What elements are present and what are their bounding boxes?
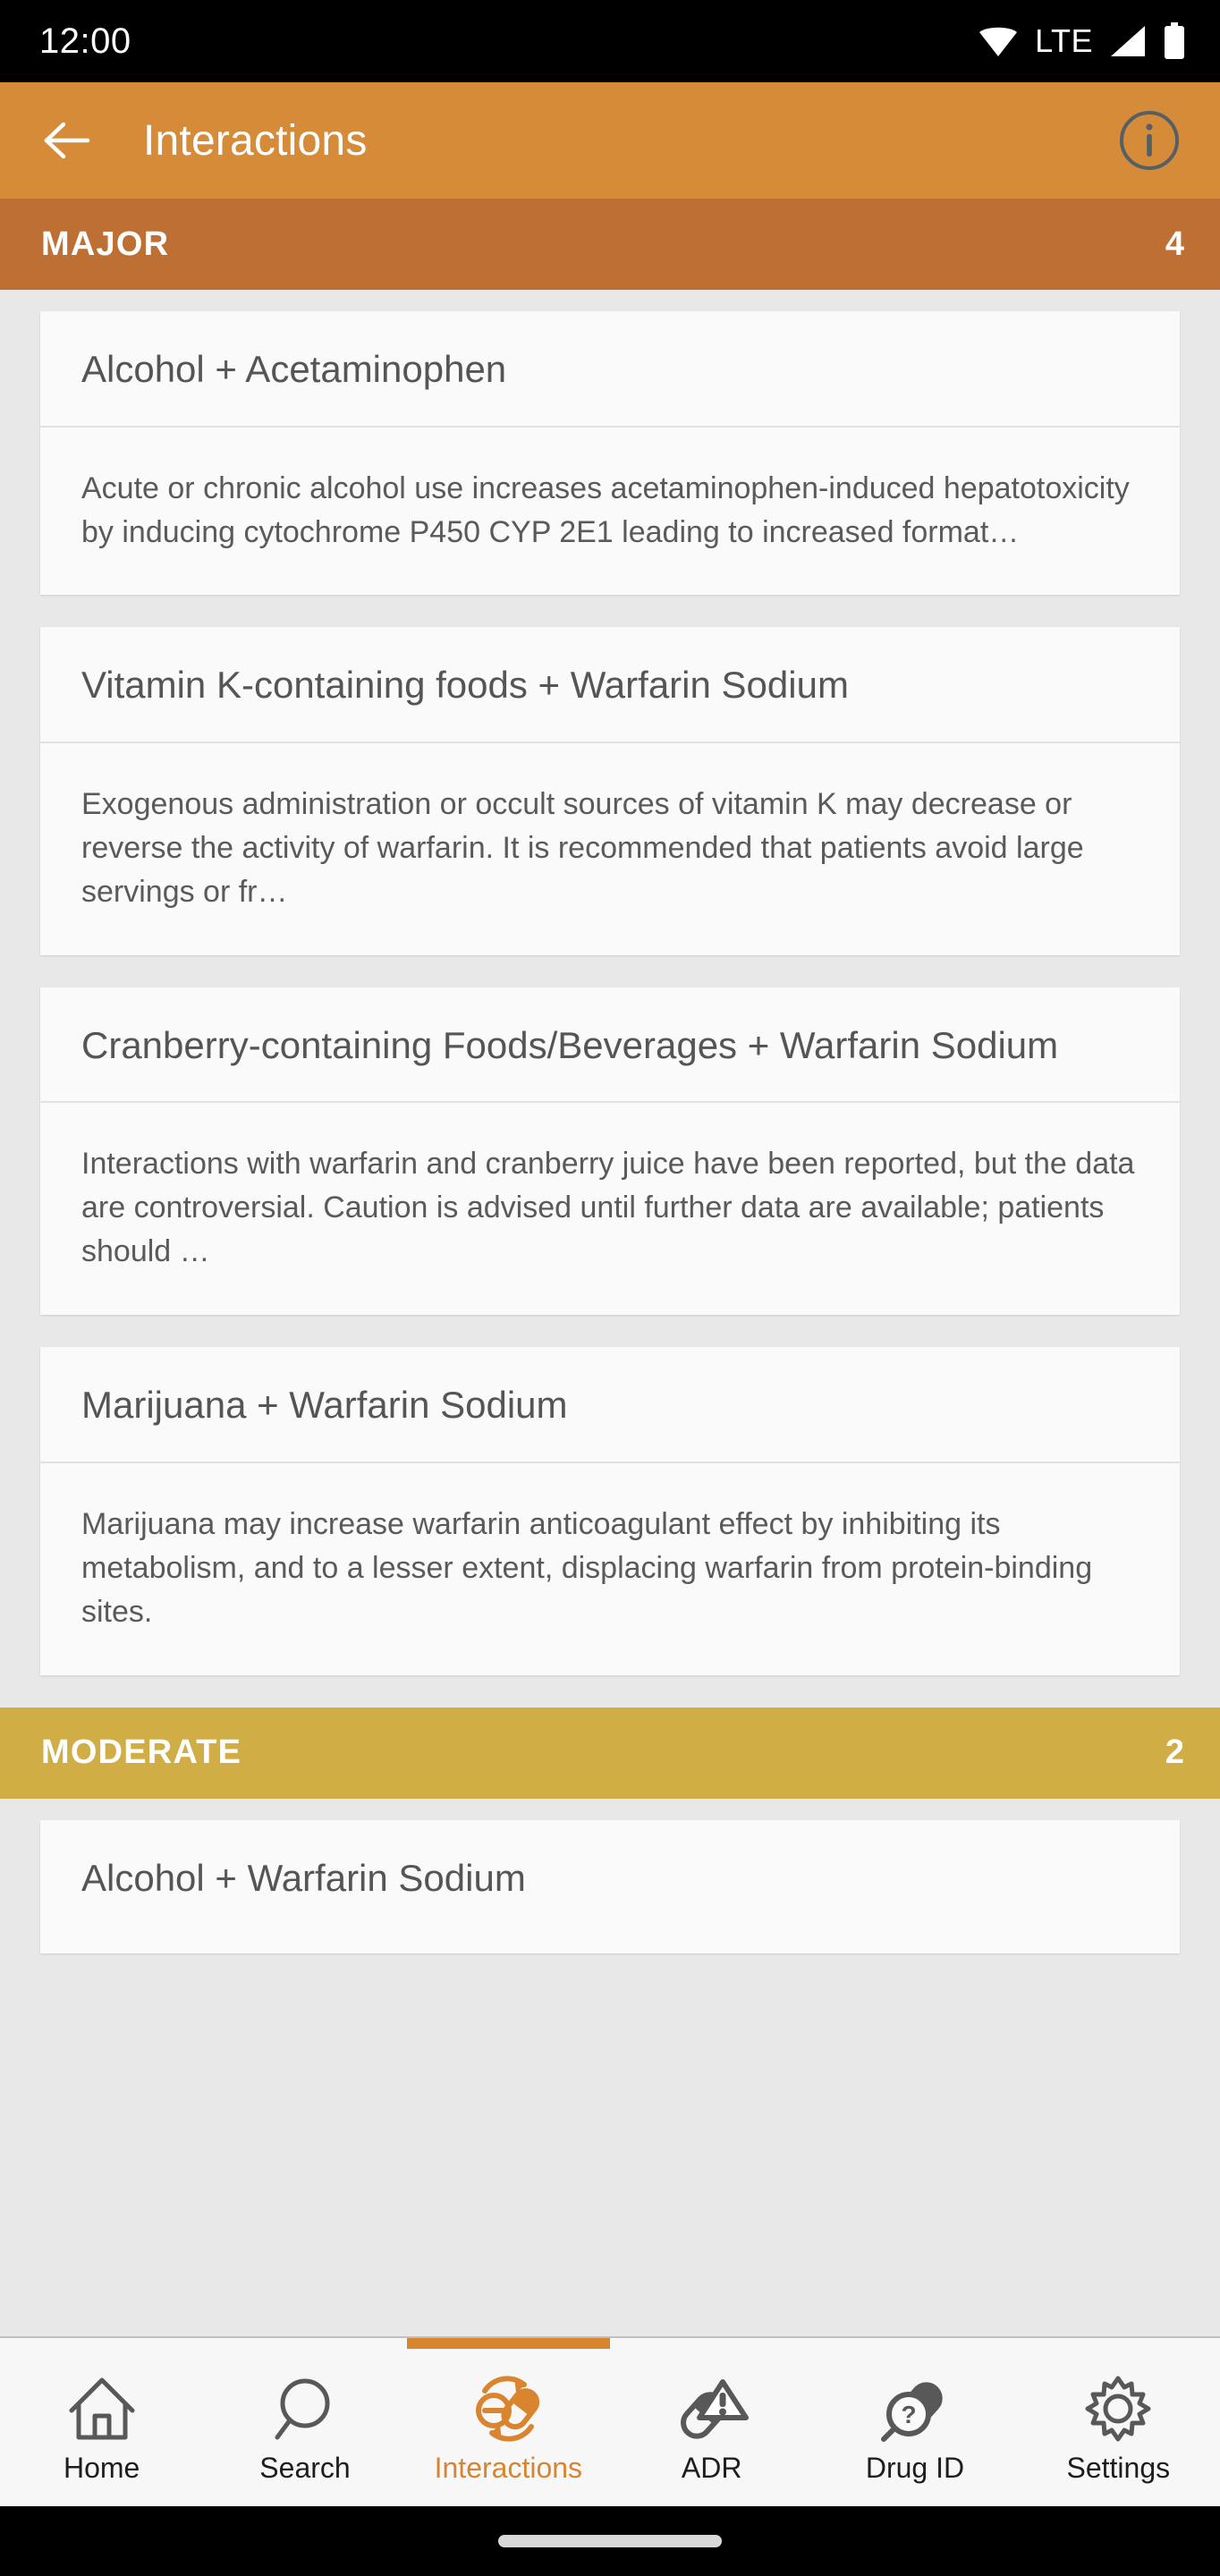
section-count: 2 bbox=[1165, 1733, 1184, 1772]
card-title-section: Marijuana + Warfarin Sodium bbox=[40, 1347, 1180, 1463]
interaction-description: Interactions with warfarin and cranberry… bbox=[81, 1147, 1135, 1269]
status-clock: 12:00 bbox=[39, 21, 131, 61]
active-tab-indicator bbox=[406, 2338, 610, 2349]
nav-label: Interactions bbox=[434, 2451, 583, 2484]
nav-item-search[interactable]: Search bbox=[203, 2338, 406, 2506]
nav-label: Drug ID bbox=[865, 2451, 965, 2484]
interaction-card[interactable]: Cranberry-containing Foods/Beverages + W… bbox=[40, 987, 1180, 1316]
card-title-section: Vitamin K-containing foods + Warfarin So… bbox=[40, 627, 1180, 743]
interaction-title: Alcohol + Warfarin Sodium bbox=[81, 1856, 526, 1899]
section-header-moderate[interactable]: MODERATE 2 bbox=[0, 1707, 1220, 1799]
interactions-icon bbox=[467, 2368, 549, 2450]
interaction-title: Alcohol + Acetaminophen bbox=[81, 348, 507, 390]
interaction-title: Cranberry-containing Foods/Beverages + W… bbox=[81, 1023, 1059, 1066]
home-indicator-bar bbox=[0, 2506, 1220, 2576]
nav-item-adr[interactable]: ADR bbox=[610, 2338, 813, 2506]
nav-label: Settings bbox=[1066, 2451, 1171, 2484]
card-body-section: Acute or chronic alcohol use increases a… bbox=[40, 428, 1180, 596]
page-title: Interactions bbox=[143, 116, 368, 165]
home-indicator[interactable] bbox=[498, 2535, 722, 2547]
nav-item-home[interactable]: Home bbox=[0, 2338, 203, 2506]
card-title-section: Cranberry-containing Foods/Beverages + W… bbox=[40, 987, 1180, 1104]
nav-label: Search bbox=[259, 2451, 351, 2484]
interaction-card[interactable]: Vitamin K-containing foods + Warfarin So… bbox=[40, 627, 1180, 955]
section-header-major[interactable]: MAJOR 4 bbox=[0, 199, 1220, 290]
interaction-list[interactable]: MAJOR 4 Alcohol + Acetaminophen Acute or… bbox=[0, 199, 1220, 2336]
home-icon bbox=[64, 2368, 140, 2450]
card-body-section: Marijuana may increase warfarin anticoag… bbox=[40, 1463, 1180, 1675]
section-count: 4 bbox=[1165, 225, 1184, 263]
drug-id-icon: ? bbox=[876, 2368, 954, 2450]
network-type-label: LTE bbox=[1035, 22, 1093, 59]
app-bar: Interactions bbox=[0, 82, 1220, 199]
nav-label: Home bbox=[63, 2451, 140, 2484]
interaction-description: Acute or chronic alcohol use increases a… bbox=[81, 470, 1130, 549]
search-icon bbox=[267, 2368, 343, 2450]
card-body-section: Interactions with warfarin and cranberry… bbox=[40, 1103, 1180, 1315]
gear-icon bbox=[1080, 2368, 1156, 2450]
signal-icon bbox=[1109, 24, 1147, 58]
adr-warning-icon bbox=[673, 2368, 751, 2450]
card-title-section: Alcohol + Warfarin Sodium bbox=[40, 1820, 1180, 1954]
interaction-card[interactable]: Marijuana + Warfarin Sodium Marijuana ma… bbox=[40, 1347, 1180, 1675]
interaction-description: Marijuana may increase warfarin anticoag… bbox=[81, 1506, 1093, 1629]
interaction-title: Marijuana + Warfarin Sodium bbox=[81, 1384, 568, 1427]
svg-text:?: ? bbox=[901, 2401, 916, 2428]
nav-label: ADR bbox=[681, 2451, 742, 2484]
nav-item-interactions[interactable]: Interactions bbox=[406, 2338, 610, 2506]
battery-icon bbox=[1163, 22, 1186, 60]
info-button[interactable] bbox=[1114, 106, 1184, 175]
interaction-title: Vitamin K-containing foods + Warfarin So… bbox=[81, 664, 849, 707]
card-body-section: Exogenous administration or occult sourc… bbox=[40, 743, 1180, 955]
status-icons: LTE bbox=[978, 22, 1186, 60]
nav-item-settings[interactable]: Settings bbox=[1017, 2338, 1220, 2506]
interaction-description: Exogenous administration or occult sourc… bbox=[81, 787, 1084, 909]
section-label: MODERATE bbox=[41, 1733, 242, 1772]
moderate-card-list: Alcohol + Warfarin Sodium bbox=[0, 1799, 1220, 1954]
interaction-card[interactable]: Alcohol + Warfarin Sodium bbox=[40, 1819, 1180, 1954]
bottom-navigation: Home Search Interactions ADR ? Drug ID S… bbox=[0, 2336, 1220, 2506]
status-bar: 12:00 LTE bbox=[0, 0, 1220, 82]
back-button[interactable] bbox=[32, 106, 100, 174]
nav-item-drug-id[interactable]: ? Drug ID bbox=[813, 2338, 1016, 2506]
major-card-list: Alcohol + Acetaminophen Acute or chronic… bbox=[0, 290, 1220, 1675]
info-circle-icon bbox=[1120, 111, 1179, 170]
interaction-card[interactable]: Alcohol + Acetaminophen Acute or chronic… bbox=[40, 311, 1180, 596]
wifi-icon bbox=[978, 24, 1019, 58]
section-label: MAJOR bbox=[41, 225, 170, 263]
card-title-section: Alcohol + Acetaminophen bbox=[40, 311, 1180, 428]
app-screen: 12:00 LTE Interactions MAJOR 4 Alcohol +… bbox=[0, 0, 1220, 2576]
arrow-left-icon bbox=[44, 122, 90, 159]
